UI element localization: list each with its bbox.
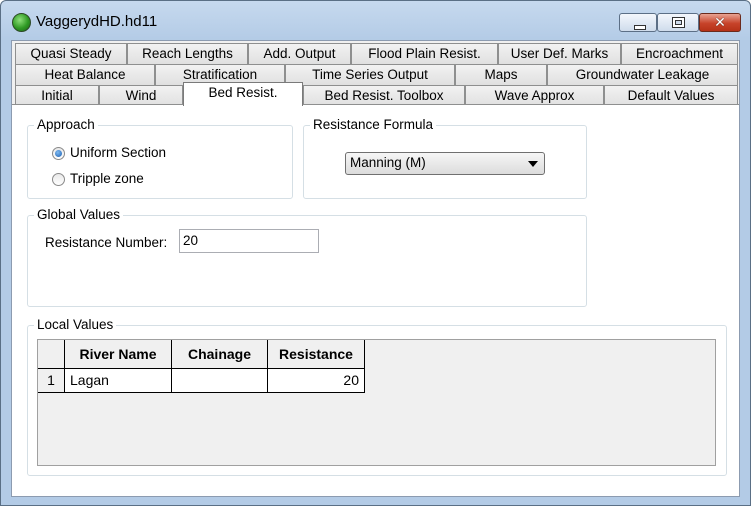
- tab-add-output[interactable]: Add. Output: [248, 43, 351, 64]
- approach-legend: Approach: [34, 117, 98, 132]
- tab-groundwater-leakage[interactable]: Groundwater Leakage: [547, 64, 738, 85]
- grid-corner-header[interactable]: [38, 340, 65, 369]
- tab-initial[interactable]: Initial: [15, 85, 99, 106]
- resistance-number-label: Resistance Number:: [45, 235, 168, 250]
- tab-reach-lengths[interactable]: Reach Lengths: [127, 43, 248, 64]
- close-icon: ✕: [714, 14, 726, 30]
- app-globe-icon: [12, 13, 31, 32]
- application-window: VaggerydHD.hd11 ✕ Quasi Steady Reach Len…: [0, 0, 751, 506]
- resistance-formula-value: Manning (M): [350, 155, 426, 170]
- column-header-chainage[interactable]: Chainage: [172, 340, 268, 369]
- chevron-down-icon: [528, 161, 538, 167]
- tripple-zone-label[interactable]: Tripple zone: [70, 171, 144, 186]
- row-header[interactable]: 1: [38, 369, 65, 393]
- cell-chainage[interactable]: [172, 369, 268, 393]
- cell-river-name[interactable]: Lagan: [65, 369, 172, 393]
- minimize-button[interactable]: [619, 13, 657, 32]
- column-header-river-name[interactable]: River Name: [65, 340, 172, 369]
- resistance-formula-group: Resistance Formula Manning (M): [303, 117, 587, 199]
- local-values-legend: Local Values: [34, 317, 117, 332]
- uniform-section-radio[interactable]: [52, 147, 65, 160]
- global-values-group: Global Values Resistance Number: 20: [27, 207, 587, 307]
- window-title: VaggerydHD.hd11: [36, 13, 158, 30]
- minimize-icon: [634, 25, 646, 30]
- resistance-formula-legend: Resistance Formula: [310, 117, 437, 132]
- bed-resist-panel: Approach Uniform Section Tripple zone Re…: [12, 104, 739, 496]
- column-header-resistance[interactable]: Resistance: [268, 340, 365, 369]
- close-button[interactable]: ✕: [699, 13, 741, 32]
- cell-resistance[interactable]: 20: [268, 369, 365, 393]
- restore-icon: [672, 17, 685, 28]
- tab-quasi-steady[interactable]: Quasi Steady: [15, 43, 127, 64]
- tab-wind[interactable]: Wind: [99, 85, 183, 106]
- uniform-section-label[interactable]: Uniform Section: [70, 145, 166, 160]
- tab-default-values[interactable]: Default Values: [604, 85, 738, 106]
- tripple-zone-radio[interactable]: [52, 173, 65, 186]
- resistance-number-input[interactable]: 20: [179, 229, 319, 253]
- tab-encroachment[interactable]: Encroachment: [621, 43, 738, 64]
- title-bar[interactable]: VaggerydHD.hd11 ✕: [1, 1, 750, 39]
- global-values-legend: Global Values: [34, 207, 124, 222]
- maximize-button[interactable]: [657, 13, 699, 32]
- dialog-client-area: Quasi Steady Reach Lengths Add. Output F…: [11, 40, 740, 497]
- tab-heat-balance[interactable]: Heat Balance: [15, 64, 155, 85]
- approach-group: Approach Uniform Section Tripple zone: [27, 117, 293, 199]
- tab-bed-resist-toolbox[interactable]: Bed Resist. Toolbox: [303, 85, 465, 106]
- resistance-formula-dropdown[interactable]: Manning (M): [345, 152, 545, 175]
- tab-maps[interactable]: Maps: [455, 64, 547, 85]
- tab-time-series-output[interactable]: Time Series Output: [285, 64, 455, 85]
- local-values-grid[interactable]: River Name Chainage Resistance 1 Lagan 2…: [37, 339, 716, 466]
- tab-user-def-marks[interactable]: User Def. Marks: [498, 43, 621, 64]
- tab-wave-approx[interactable]: Wave Approx: [465, 85, 604, 106]
- tab-flood-plain-resist[interactable]: Flood Plain Resist.: [351, 43, 498, 64]
- tab-bed-resist[interactable]: Bed Resist.: [183, 82, 303, 106]
